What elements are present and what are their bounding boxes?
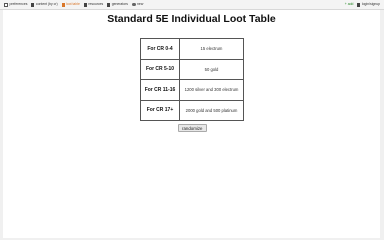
cr-cell: For CR 11-16 xyxy=(140,79,180,101)
loot-cell: 15 electrum xyxy=(179,38,244,60)
cr-cell: For CR 0-4 xyxy=(140,38,180,60)
page-content: Standard 5E Individual Loot Table For CR… xyxy=(3,10,380,238)
nav-label-preferences: preferences xyxy=(9,2,28,6)
cr-cell: For CR 17+ xyxy=(140,99,180,121)
loot-icon xyxy=(61,2,65,7)
nav-label-resources: resources xyxy=(88,2,104,6)
login-signup-link[interactable]: login/signup xyxy=(357,0,380,9)
nav-label-content: content (by cr) xyxy=(35,2,58,6)
generators-icon xyxy=(107,2,111,7)
table-row: For CR 5-10 50 gold xyxy=(140,58,244,80)
nav-label-generators: generators xyxy=(111,2,128,6)
nav-item-new[interactable]: new xyxy=(131,0,144,9)
nav-left-group: preferences content (by cr) loot table r… xyxy=(0,0,147,9)
new-icon xyxy=(131,2,136,7)
nav-label-loot-table: loot table xyxy=(66,2,80,6)
nav-label-new: new xyxy=(137,2,144,6)
table-row: For CR 17+ 2000 gold and 500 platinum xyxy=(140,99,244,121)
nav-item-generators[interactable]: generators xyxy=(107,0,128,9)
user-icon xyxy=(357,2,361,7)
table-row: For CR 0-4 15 electrum xyxy=(140,38,244,60)
randomize-button[interactable]: randomize xyxy=(178,124,207,132)
loot-cell: 1200 silver and 300 electrum xyxy=(179,79,244,101)
resources-icon xyxy=(83,2,87,7)
cr-cell: For CR 5-10 xyxy=(140,58,180,80)
nav-item-preferences[interactable]: preferences xyxy=(4,0,27,9)
add-link[interactable]: + add xyxy=(345,0,354,9)
top-navigation-bar: preferences content (by cr) loot table r… xyxy=(0,0,384,10)
nav-item-resources[interactable]: resources xyxy=(83,0,104,9)
content-icon xyxy=(31,2,35,7)
nav-right-group: + add login/signup xyxy=(341,0,384,9)
nav-item-loot-table[interactable]: loot table xyxy=(61,0,80,9)
login-signup-label: login/signup xyxy=(361,2,380,6)
loot-cell: 50 gold xyxy=(179,58,244,80)
table-row: For CR 11-16 1200 silver and 300 electru… xyxy=(140,79,244,101)
preferences-icon xyxy=(4,2,8,7)
loot-cell: 2000 gold and 500 platinum xyxy=(179,99,244,121)
page-title: Standard 5E Individual Loot Table xyxy=(107,13,276,25)
loot-table: For CR 0-4 15 electrum For CR 5-10 50 go… xyxy=(140,38,244,121)
nav-item-content[interactable]: content (by cr) xyxy=(31,0,58,9)
